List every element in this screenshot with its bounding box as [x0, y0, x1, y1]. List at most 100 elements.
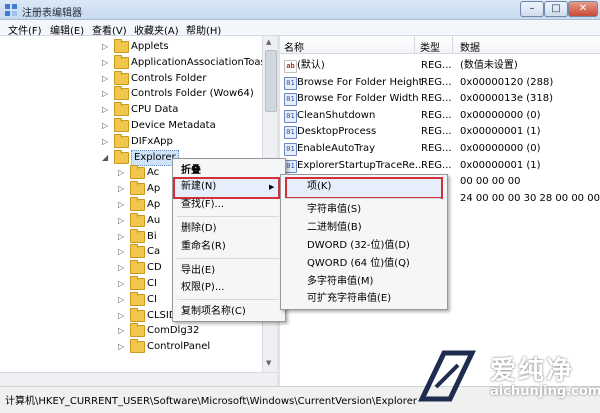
tree-item[interactable]: ▷ Controls Folder: [0, 70, 262, 87]
value-row[interactable]: ab (默认) REG... (数值未设置): [280, 58, 600, 74]
menu-separator: [177, 216, 279, 217]
collapsed-arrow-icon[interactable]: ▷: [118, 197, 124, 213]
menu-view[interactable]: 查看(V): [92, 22, 127, 37]
menu-help[interactable]: 帮助(H): [186, 22, 221, 37]
value-type: REG...: [421, 60, 452, 71]
title-bar[interactable]: 注册表编辑器 – □ ✕: [0, 0, 600, 20]
collapsed-arrow-icon[interactable]: ▷: [102, 71, 108, 87]
collapsed-arrow-icon[interactable]: ▷: [118, 181, 124, 197]
context-menu-item[interactable]: 删除(D): [181, 220, 277, 238]
collapsed-arrow-icon[interactable]: ▷: [102, 102, 108, 118]
submenu-item[interactable]: 多字符串值(M): [307, 273, 441, 291]
value-type: REG...: [421, 109, 452, 121]
tree-item[interactable]: ▷ ControlPanel: [0, 339, 262, 355]
context-menu-item[interactable]: 复制项名称(C): [181, 303, 277, 321]
tree-item-label: ApplicationAssociationToasts: [131, 56, 275, 68]
tree-item[interactable]: ▷ CPU Data: [0, 102, 262, 118]
context-menu-item-label: 权限(P)...: [181, 282, 225, 293]
submenu-item[interactable]: QWORD (64 位)值(Q): [307, 255, 441, 273]
value-row[interactable]: 01 DesktopProcess REG... 0x00000001 (1): [280, 124, 600, 140]
context-menu-item[interactable]: 重命名(R): [181, 238, 277, 256]
folder-icon: [130, 165, 145, 180]
submenu-item[interactable]: 字符串值(S): [307, 201, 441, 219]
context-menu-item-label: 重命名(R): [181, 241, 226, 252]
tree-item[interactable]: ▷ Applets: [0, 39, 262, 55]
expanded-arrow-icon[interactable]: ◢: [102, 150, 108, 166]
collapsed-arrow-icon[interactable]: ▷: [102, 118, 108, 134]
tree-item[interactable]: ▷ Device Metadata: [0, 118, 262, 134]
tree-item[interactable]: ▷ Controls Folder (Wow64): [0, 86, 262, 102]
column-name[interactable]: 名称: [284, 39, 304, 54]
menu-separator: [177, 299, 279, 300]
collapsed-arrow-icon[interactable]: ▷: [118, 213, 124, 229]
tree-item-label: Controls Folder (Wow64): [131, 88, 254, 100]
close-button[interactable]: ✕: [568, 1, 598, 17]
collapsed-arrow-icon[interactable]: ▷: [118, 244, 124, 260]
context-menu-item[interactable]: 查找(F)...: [181, 196, 277, 214]
collapsed-arrow-icon[interactable]: ▷: [102, 39, 108, 55]
submenu-item[interactable]: DWORD (32-位)值(D): [307, 237, 441, 255]
folder-icon: [114, 70, 129, 85]
binary-value-icon: 01: [284, 93, 297, 107]
menu-edit[interactable]: 编辑(E): [50, 22, 84, 37]
folder-icon: [130, 197, 145, 211]
collapsed-arrow-icon[interactable]: ▷: [118, 323, 124, 339]
folder-icon: [114, 86, 129, 101]
tree-item-label: Ap: [147, 199, 161, 210]
context-menu-item-label: 折叠: [181, 165, 201, 176]
value-row[interactable]: 01 EnableAutoTray REG... 0x00000000 (0): [280, 141, 600, 157]
collapsed-arrow-icon[interactable]: ▷: [118, 339, 124, 355]
collapsed-arrow-icon[interactable]: ▷: [118, 276, 124, 292]
value-data: 0x00000001 (1): [460, 126, 541, 138]
scroll-thumb[interactable]: [265, 50, 277, 112]
collapsed-arrow-icon[interactable]: ▷: [118, 308, 124, 324]
tree-item-label: CI: [147, 293, 157, 305]
tree-item-label: CD: [147, 262, 162, 274]
scroll-down-icon[interactable]: ▼: [266, 359, 271, 367]
context-menu: 折叠新建(N) ▶ 查找(F)... 删除(D) 重命名(R) 导出(E) 权限(P)...…: [172, 158, 286, 322]
collapsed-arrow-icon[interactable]: ▷: [118, 292, 124, 308]
context-menu-item[interactable]: 导出(E): [181, 262, 277, 280]
scroll-up-icon[interactable]: ▲: [266, 38, 271, 46]
context-menu-item-label: 新建(N): [181, 181, 217, 192]
context-menu-item-label: 复制项名称(C): [181, 306, 246, 317]
minimize-button[interactable]: –: [520, 1, 544, 17]
context-menu-item[interactable]: 权限(P)...: [181, 279, 277, 297]
menu-file[interactable]: 文件(F): [8, 22, 42, 37]
menu-bar: 文件(F) 编辑(E) 查看(V) 收藏夹(A) 帮助(H): [0, 20, 600, 37]
submenu-item-label: 字符串值(S): [307, 204, 362, 215]
maximize-button[interactable]: □: [544, 1, 568, 17]
tree-horizontal-scrollbar[interactable]: [0, 372, 277, 386]
collapsed-arrow-icon[interactable]: ▷: [102, 55, 108, 71]
string-value-icon: ab: [284, 60, 297, 73]
value-row[interactable]: 01 CleanShutdown REG... 0x00000000 (0): [280, 108, 600, 124]
tree-item-label: DIFxApp: [131, 135, 173, 147]
collapsed-arrow-icon[interactable]: ▷: [118, 165, 124, 181]
registry-editor-icon: [5, 4, 17, 16]
tree-item[interactable]: ▷ DIFxApp: [0, 133, 262, 150]
submenu-item[interactable]: 项(K): [307, 178, 441, 196]
folder-icon: [114, 102, 129, 117]
value-type: REG...: [421, 143, 452, 154]
collapsed-arrow-icon[interactable]: ▷: [118, 229, 124, 245]
menu-favorites[interactable]: 收藏夹(A): [134, 22, 179, 37]
value-data: 0x0000013e (318): [460, 93, 554, 105]
tree-item[interactable]: ▷ ApplicationAssociationToasts: [0, 54, 275, 71]
collapsed-arrow-icon[interactable]: ▷: [118, 260, 124, 276]
tree-item[interactable]: ▷ ComDlg32: [0, 323, 262, 339]
collapsed-arrow-icon[interactable]: ▷: [102, 134, 108, 150]
value-name: (默认): [297, 60, 325, 71]
context-menu-item[interactable]: 新建(N) ▶: [181, 178, 277, 196]
context-menu-item-label: 导出(E): [181, 265, 216, 276]
column-type[interactable]: 类型: [420, 39, 440, 54]
value-row[interactable]: 01 Browse For Folder Height REG... 0x000001…: [280, 75, 600, 91]
collapsed-arrow-icon[interactable]: ▷: [102, 86, 108, 102]
value-row[interactable]: 01 Browse For Folder Width REG... 0x0000013…: [280, 91, 600, 107]
submenu-item[interactable]: 可扩充字符串值(E): [307, 290, 441, 308]
column-data[interactable]: 数据: [460, 39, 480, 54]
value-data: 0x00000120 (288): [460, 76, 554, 88]
submenu-item-label: 多字符串值(M): [307, 276, 374, 287]
value-row[interactable]: 01 ExplorerStartupTraceRe... REG... 0x00000…: [280, 158, 600, 174]
submenu-item[interactable]: 二进制值(B): [307, 219, 441, 237]
value-name: EnableAutoTray: [297, 143, 376, 154]
